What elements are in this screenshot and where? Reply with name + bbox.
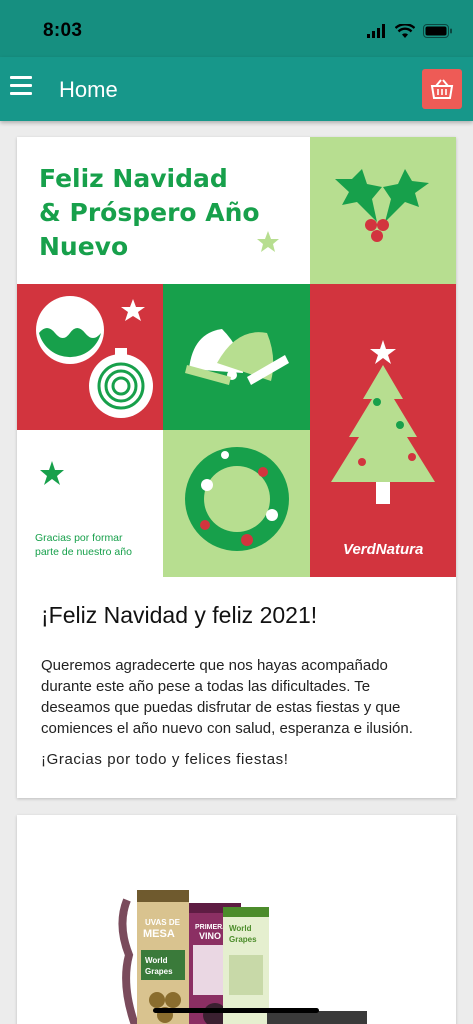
brand-label: Grapes — [145, 967, 173, 976]
brand-label: World — [145, 956, 168, 965]
wifi-icon — [395, 23, 415, 38]
box-label: PRIMERA — [195, 924, 227, 931]
banner-headline-3: Nuevo — [39, 232, 128, 261]
christmas-banner-image: Feliz Navidad & Próspero Año Nuevo Graci… — [17, 137, 456, 577]
news-card[interactable]: Feliz Navidad & Próspero Año Nuevo Graci… — [17, 137, 456, 798]
home-indicator — [153, 1008, 319, 1013]
wreath-icon — [185, 447, 289, 551]
battery-icon — [423, 24, 452, 38]
banner-thanks-2: parte de nuestro año — [35, 546, 132, 558]
banner-headline-1: Feliz Navidad — [39, 164, 228, 193]
status-bar: 8:03 — [0, 0, 473, 57]
product-box: World Grapes — [223, 907, 269, 1024]
cart-button[interactable] — [422, 69, 462, 109]
brand-label: Grapes — [229, 935, 257, 944]
post-title: ¡Feliz Navidad y feliz 2021! — [41, 602, 318, 628]
post-footer: ¡Gracias por todo y felices fiestas! — [41, 751, 289, 768]
box-label: VINO — [199, 931, 221, 941]
brand-logo: VerdNatura — [343, 541, 423, 558]
banner-thanks-1: Gracias por formar — [35, 532, 123, 544]
box-label: MESA — [143, 928, 175, 940]
page-title: Home — [59, 77, 118, 102]
product-image: UVAS DE MESA World Grapes PRIMERA VINO W… — [17, 815, 456, 1024]
status-time: 8:03 — [43, 20, 83, 41]
banner-headline-2: & Próspero Año — [39, 198, 260, 227]
signal-icon — [367, 24, 385, 38]
news-card[interactable]: UVAS DE MESA World Grapes PRIMERA VINO W… — [17, 815, 456, 1024]
status-icons — [367, 20, 453, 42]
app-bar: Home — [0, 57, 473, 121]
post-body: Queremos agradecerte que nos hayas acomp… — [41, 657, 413, 737]
cart-icon — [430, 79, 454, 99]
product-box: UVAS DE MESA World Grapes — [137, 890, 189, 1024]
menu-icon[interactable] — [10, 76, 32, 100]
box-label: UVAS DE — [145, 918, 181, 927]
brand-label: World — [229, 924, 252, 933]
